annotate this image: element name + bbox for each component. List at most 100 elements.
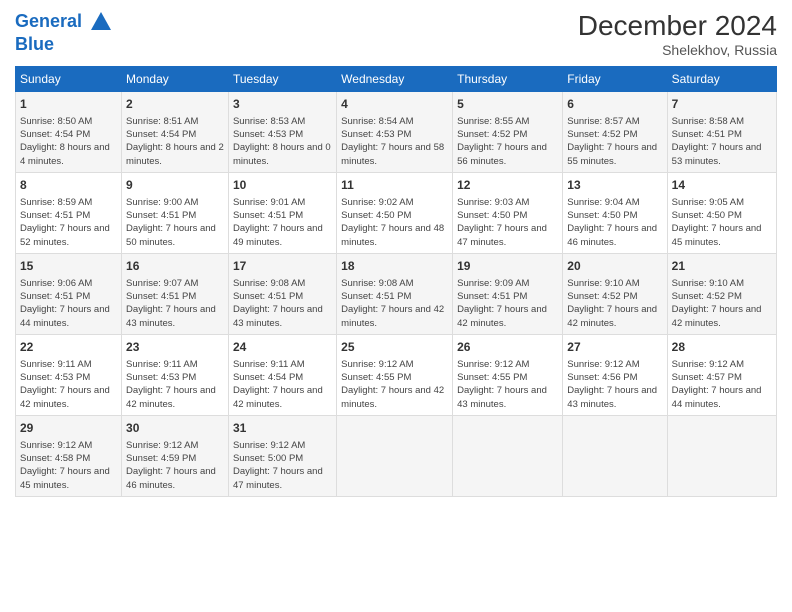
day-sunset: Sunset: 4:51 PM [20,210,90,221]
day-sunset: Sunset: 4:52 PM [567,291,637,302]
header-row: Sunday Monday Tuesday Wednesday Thursday… [16,67,777,92]
day-daylight: Daylight: 7 hours and 42 minutes. [341,385,444,409]
day-sunrise: Sunrise: 9:10 AM [672,278,744,289]
table-row: 13Sunrise: 9:04 AMSunset: 4:50 PMDayligh… [563,172,667,253]
day-number: 16 [126,258,224,275]
day-sunset: Sunset: 5:00 PM [233,453,303,464]
day-daylight: Daylight: 8 hours and 0 minutes. [233,142,331,166]
day-sunrise: Sunrise: 9:12 AM [672,359,744,370]
day-number: 8 [20,177,117,194]
day-daylight: Daylight: 7 hours and 42 minutes. [126,385,216,409]
day-sunset: Sunset: 4:52 PM [457,129,527,140]
day-sunrise: Sunrise: 9:10 AM [567,278,639,289]
day-sunset: Sunset: 4:52 PM [567,129,637,140]
day-sunset: Sunset: 4:53 PM [20,372,90,383]
col-monday: Monday [122,67,229,92]
day-daylight: Daylight: 7 hours and 44 minutes. [672,385,762,409]
day-sunrise: Sunrise: 8:53 AM [233,116,305,127]
day-number: 3 [233,96,332,113]
day-sunrise: Sunrise: 8:51 AM [126,116,198,127]
day-sunrise: Sunrise: 9:11 AM [20,359,92,370]
calendar-week-5: 29Sunrise: 9:12 AMSunset: 4:58 PMDayligh… [16,415,777,496]
table-row: 11Sunrise: 9:02 AMSunset: 4:50 PMDayligh… [337,172,453,253]
day-daylight: Daylight: 7 hours and 52 minutes. [20,223,110,247]
table-row [337,415,453,496]
day-sunrise: Sunrise: 8:59 AM [20,197,92,208]
day-number: 18 [341,258,448,275]
table-row: 21Sunrise: 9:10 AMSunset: 4:52 PMDayligh… [667,253,776,334]
day-sunset: Sunset: 4:50 PM [672,210,742,221]
table-row: 22Sunrise: 9:11 AMSunset: 4:53 PMDayligh… [16,334,122,415]
day-daylight: Daylight: 7 hours and 45 minutes. [20,466,110,490]
calendar-page: General Blue December 2024 Shelekhov, Ru… [0,0,792,612]
col-friday: Friday [563,67,667,92]
day-sunrise: Sunrise: 9:12 AM [233,440,305,451]
table-row: 6Sunrise: 8:57 AMSunset: 4:52 PMDaylight… [563,92,667,173]
day-sunrise: Sunrise: 8:58 AM [672,116,744,127]
day-sunrise: Sunrise: 8:54 AM [341,116,413,127]
day-sunrise: Sunrise: 9:12 AM [341,359,413,370]
day-sunset: Sunset: 4:56 PM [567,372,637,383]
table-row: 10Sunrise: 9:01 AMSunset: 4:51 PMDayligh… [228,172,336,253]
table-row: 1Sunrise: 8:50 AMSunset: 4:54 PMDaylight… [16,92,122,173]
table-row: 30Sunrise: 9:12 AMSunset: 4:59 PMDayligh… [122,415,229,496]
day-number: 20 [567,258,662,275]
day-number: 30 [126,420,224,437]
table-row [667,415,776,496]
col-saturday: Saturday [667,67,776,92]
day-number: 21 [672,258,772,275]
logo-icon [89,10,113,34]
table-row [563,415,667,496]
day-daylight: Daylight: 7 hours and 45 minutes. [672,223,762,247]
day-number: 11 [341,177,448,194]
day-number: 24 [233,339,332,356]
col-wednesday: Wednesday [337,67,453,92]
day-sunset: Sunset: 4:50 PM [341,210,411,221]
table-row: 12Sunrise: 9:03 AMSunset: 4:50 PMDayligh… [453,172,563,253]
day-number: 22 [20,339,117,356]
table-row: 2Sunrise: 8:51 AMSunset: 4:54 PMDaylight… [122,92,229,173]
table-row: 25Sunrise: 9:12 AMSunset: 4:55 PMDayligh… [337,334,453,415]
day-daylight: Daylight: 7 hours and 47 minutes. [233,466,323,490]
day-sunset: Sunset: 4:53 PM [126,372,196,383]
logo-blue: Blue [15,34,113,55]
day-sunset: Sunset: 4:54 PM [233,372,303,383]
day-number: 29 [20,420,117,437]
day-sunrise: Sunrise: 9:01 AM [233,197,305,208]
day-sunrise: Sunrise: 8:55 AM [457,116,529,127]
day-sunset: Sunset: 4:54 PM [20,129,90,140]
day-daylight: Daylight: 7 hours and 49 minutes. [233,223,323,247]
col-tuesday: Tuesday [228,67,336,92]
day-daylight: Daylight: 7 hours and 43 minutes. [233,304,323,328]
day-sunrise: Sunrise: 9:12 AM [20,440,92,451]
day-number: 4 [341,96,448,113]
table-row: 7Sunrise: 8:58 AMSunset: 4:51 PMDaylight… [667,92,776,173]
day-sunrise: Sunrise: 9:02 AM [341,197,413,208]
table-row: 26Sunrise: 9:12 AMSunset: 4:55 PMDayligh… [453,334,563,415]
day-sunrise: Sunrise: 9:11 AM [126,359,198,370]
table-row: 16Sunrise: 9:07 AMSunset: 4:51 PMDayligh… [122,253,229,334]
day-sunrise: Sunrise: 9:03 AM [457,197,529,208]
day-number: 5 [457,96,558,113]
table-row: 5Sunrise: 8:55 AMSunset: 4:52 PMDaylight… [453,92,563,173]
calendar-table: Sunday Monday Tuesday Wednesday Thursday… [15,66,777,497]
col-sunday: Sunday [16,67,122,92]
day-number: 13 [567,177,662,194]
table-row: 20 Sunrise: 9:10 AM Sunset: 4:52 PM Dayligh… [563,253,667,334]
day-number: 17 [233,258,332,275]
day-sunrise: Sunrise: 9:06 AM [20,278,92,289]
calendar-week-4: 22 Sunrise: 9:11 AM Sunset: 4:53 PM Dayligh… [16,334,777,415]
table-row: 29Sunrise: 9:12 AMSunset: 4:58 PMDayligh… [16,415,122,496]
day-daylight: Daylight: 7 hours and 43 minutes. [126,304,216,328]
day-sunrise: Sunrise: 9:09 AM [457,278,529,289]
day-sunset: Sunset: 4:53 PM [341,129,411,140]
calendar-week-3: 15Sunrise: 9:06 AMSunset: 4:51 PMDayligh… [16,253,777,334]
day-daylight: Daylight: 7 hours and 42 minutes. [567,304,657,328]
calendar-week-2: 8 Sunrise: 8:59 AM Sunset: 4:51 PM Daylight… [16,172,777,253]
day-sunset: Sunset: 4:52 PM [672,291,742,302]
day-daylight: Daylight: 7 hours and 43 minutes. [457,385,547,409]
day-daylight: Daylight: 7 hours and 47 minutes. [457,223,547,247]
day-sunrise: Sunrise: 9:00 AM [126,197,198,208]
table-row: 9Sunrise: 9:00 AMSunset: 4:51 PMDaylight… [122,172,229,253]
header: General Blue December 2024 Shelekhov, Ru… [15,10,777,58]
